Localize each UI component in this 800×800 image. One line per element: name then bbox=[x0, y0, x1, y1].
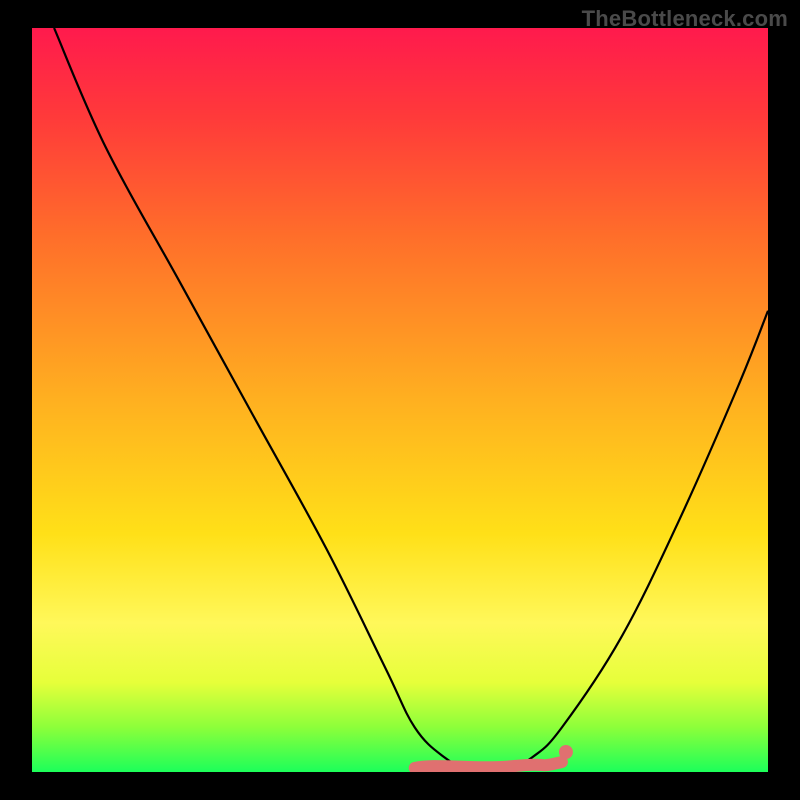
optimal-range-end-dot bbox=[559, 745, 573, 759]
optimal-range-highlight bbox=[415, 762, 562, 768]
chart-frame: TheBottleneck.com bbox=[0, 0, 800, 800]
curve-layer bbox=[32, 28, 768, 772]
plot-area bbox=[32, 28, 768, 772]
bottleneck-curve bbox=[54, 28, 768, 772]
